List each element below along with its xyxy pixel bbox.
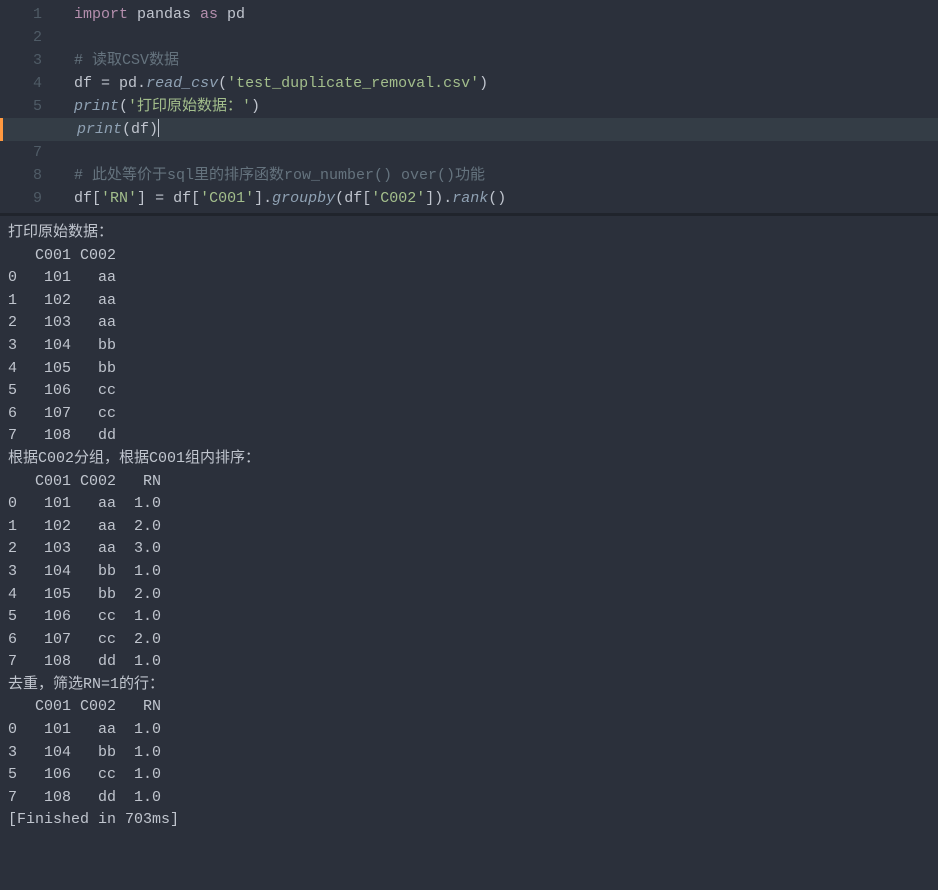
line-number: 10 xyxy=(0,210,42,213)
text-cursor xyxy=(158,119,159,137)
output-table-row: 7 108 dd 1.0 xyxy=(8,787,930,810)
output-section-title: 根据C002分组，根据C001组内排序： xyxy=(8,448,930,471)
output-section-title: 打印原始数据： xyxy=(8,222,930,245)
token: [ xyxy=(362,190,371,207)
token: [ xyxy=(191,190,200,207)
token: 'C002' xyxy=(371,190,425,207)
output-table-row: 4 105 bb xyxy=(8,358,930,381)
code-line[interactable]: # 读取CSV数据 xyxy=(74,49,506,72)
token: 'test_duplicate_removal.csv' xyxy=(227,75,479,92)
output-panel[interactable]: 打印原始数据： C001 C0020 101 aa1 102 aa2 103 a… xyxy=(0,216,938,838)
line-number: 4 xyxy=(0,72,42,95)
token: '打印原始数据：' xyxy=(128,98,251,115)
token: ) xyxy=(479,75,488,92)
token: pd xyxy=(119,75,137,92)
token: = xyxy=(101,75,119,92)
output-table-row: 5 106 cc 1.0 xyxy=(8,606,930,629)
line-number: 8 xyxy=(0,164,42,187)
output-table-row: 0 101 aa 1.0 xyxy=(8,719,930,742)
output-table-row: 5 106 cc xyxy=(8,380,930,403)
line-number: 2 xyxy=(0,26,42,49)
line-number: 3 xyxy=(0,49,42,72)
code-line[interactable]: print() xyxy=(74,210,506,213)
output-table-row: 3 104 bb 1.0 xyxy=(8,561,930,584)
code-line[interactable]: print('打印原始数据：') xyxy=(74,95,506,118)
token: df xyxy=(74,75,101,92)
token: ( xyxy=(335,190,344,207)
token: . xyxy=(137,75,146,92)
output-table-row: 2 103 aa xyxy=(8,312,930,335)
token: df xyxy=(344,190,362,207)
code-line[interactable]: # 此处等价于sql里的排序函数row_number() over()功能 xyxy=(74,164,506,187)
token: ( xyxy=(119,98,128,115)
token: ] xyxy=(137,190,155,207)
code-editor[interactable]: 12345678910 import pandas as pd# 读取CSV数据… xyxy=(0,0,938,213)
token: ( xyxy=(122,121,131,138)
code-line[interactable] xyxy=(74,141,506,164)
code-line[interactable] xyxy=(74,26,506,49)
token: groupby xyxy=(272,190,335,207)
output-table-row: 5 106 cc 1.0 xyxy=(8,764,930,787)
token: df xyxy=(131,121,149,138)
code-line[interactable]: print(df) xyxy=(0,118,938,141)
output-table-row: 3 104 bb xyxy=(8,335,930,358)
token: 'C001' xyxy=(200,190,254,207)
output-table-header: C001 C002 RN xyxy=(8,471,930,494)
output-table-row: 0 101 aa 1.0 xyxy=(8,493,930,516)
token: pd xyxy=(227,6,245,23)
output-table-row: 7 108 dd xyxy=(8,425,930,448)
token: rank xyxy=(452,190,488,207)
token: ) xyxy=(149,121,158,138)
token: df xyxy=(173,190,191,207)
token: [ xyxy=(92,190,101,207)
output-table-row: 1 102 aa xyxy=(8,290,930,313)
token: pandas xyxy=(137,6,200,23)
token: () xyxy=(488,190,506,207)
token: ) xyxy=(251,98,260,115)
code-area[interactable]: import pandas as pd# 读取CSV数据df = pd.read… xyxy=(74,3,506,213)
output-finished: [Finished in 703ms] xyxy=(8,809,930,832)
token: print xyxy=(77,121,122,138)
token: ]) xyxy=(425,190,443,207)
output-table-row: 2 103 aa 3.0 xyxy=(8,538,930,561)
token: df xyxy=(74,190,92,207)
line-number: 9 xyxy=(0,187,42,210)
token: import xyxy=(74,6,137,23)
token: = xyxy=(155,190,173,207)
token: . xyxy=(263,190,272,207)
output-table-header: C001 C002 RN xyxy=(8,696,930,719)
token: # 此处等价于sql里的排序函数row_number() over()功能 xyxy=(74,167,485,184)
token: 'RN' xyxy=(101,190,137,207)
output-table-row: 6 107 cc xyxy=(8,403,930,426)
token: print xyxy=(74,98,119,115)
token: ] xyxy=(254,190,263,207)
output-table-row: 7 108 dd 1.0 xyxy=(8,651,930,674)
code-line[interactable]: df['RN'] = df['C001'].groupby(df['C002']… xyxy=(74,187,506,210)
output-table-row: 1 102 aa 2.0 xyxy=(8,516,930,539)
token: read_csv xyxy=(146,75,218,92)
output-section-title: 去重，筛选RN=1的行： xyxy=(8,674,930,697)
token: . xyxy=(443,190,452,207)
line-number: 1 xyxy=(0,3,42,26)
output-table-row: 0 101 aa xyxy=(8,267,930,290)
token: as xyxy=(200,6,227,23)
token: # 读取CSV数据 xyxy=(74,52,179,69)
output-table-row: 3 104 bb 1.0 xyxy=(8,742,930,765)
line-number: 7 xyxy=(0,141,42,164)
output-table-row: 4 105 bb 2.0 xyxy=(8,584,930,607)
token: ( xyxy=(218,75,227,92)
output-table-header: C001 C002 xyxy=(8,245,930,268)
output-table-row: 6 107 cc 2.0 xyxy=(8,629,930,652)
code-line[interactable]: df = pd.read_csv('test_duplicate_removal… xyxy=(74,72,506,95)
line-number: 5 xyxy=(0,95,42,118)
code-line[interactable]: import pandas as pd xyxy=(74,3,506,26)
line-number-gutter: 12345678910 xyxy=(0,0,54,213)
